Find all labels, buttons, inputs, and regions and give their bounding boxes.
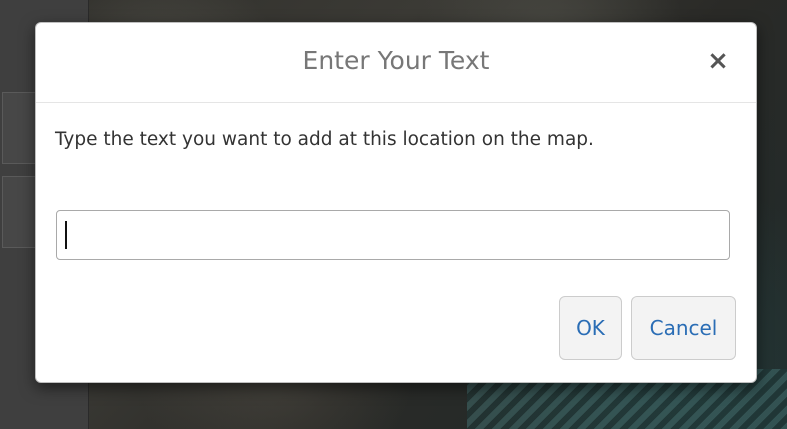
close-icon[interactable]: × [707, 46, 729, 76]
text-input[interactable] [56, 210, 730, 260]
ok-button[interactable]: OK [559, 296, 622, 360]
side-panel-item [2, 92, 38, 164]
side-panel-item [2, 176, 38, 248]
cancel-button[interactable]: Cancel [631, 296, 736, 360]
dialog-instruction: Type the text you want to add at this lo… [55, 129, 594, 150]
dialog-body: Type the text you want to add at this lo… [36, 103, 756, 303]
text-cursor [65, 221, 67, 249]
close-button[interactable]: × [704, 47, 732, 75]
enter-text-dialog: Enter Your Text × Type the text you want… [35, 22, 757, 383]
dialog-header: Enter Your Text × [36, 23, 756, 103]
dialog-title: Enter Your Text [302, 46, 490, 75]
